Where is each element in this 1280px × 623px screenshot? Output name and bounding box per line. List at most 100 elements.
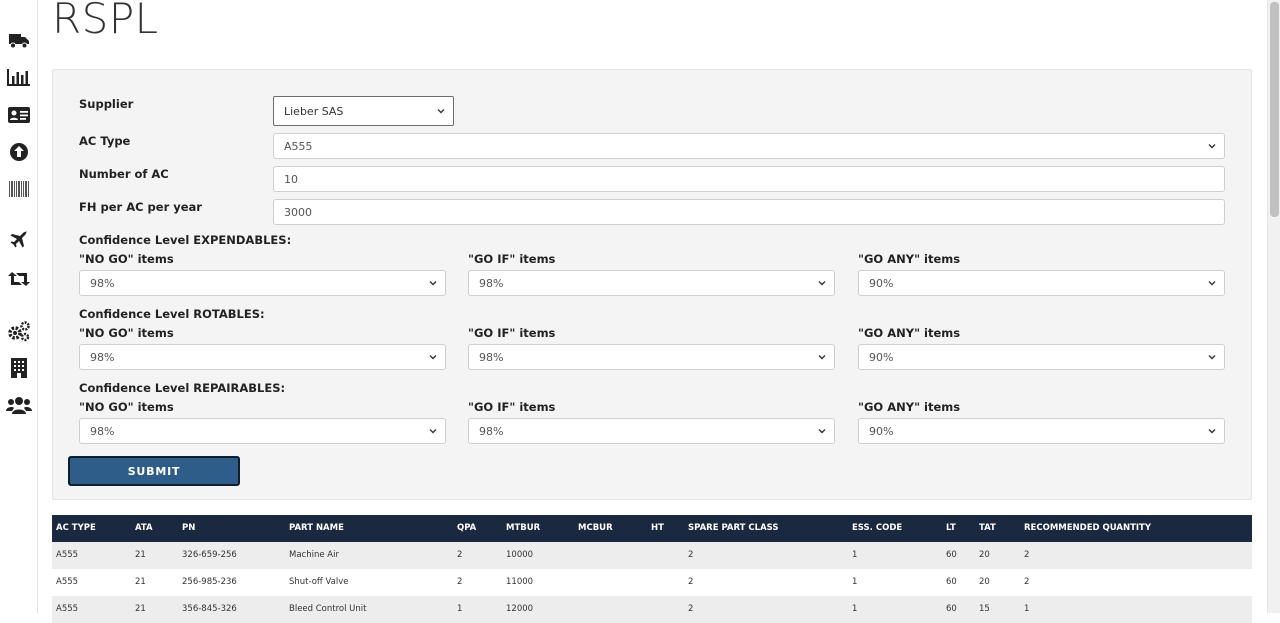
users-icon[interactable] (6, 394, 32, 416)
column-header[interactable]: QPA (457, 523, 476, 533)
table-cell: 2 (688, 577, 694, 587)
truck-icon[interactable] (6, 29, 32, 51)
chevron-down-icon (437, 109, 445, 114)
table-cell: 11000 (506, 577, 534, 587)
chevron-down-icon (818, 429, 826, 434)
retweet-icon[interactable] (6, 268, 32, 290)
chevron-down-icon (429, 281, 437, 286)
column-header[interactable]: ESS. CODE (852, 523, 902, 533)
expendables-no-go-value: 98% (90, 276, 115, 290)
expendables-go-if-value: 98% (479, 276, 504, 290)
table-cell: 2 (457, 550, 463, 560)
expendables-go-if-label: "GO IF" items (468, 252, 556, 266)
chevron-down-icon (818, 355, 826, 360)
expendables-no-go-select[interactable]: 98% (79, 270, 446, 296)
table-cell: 2 (1024, 577, 1030, 587)
sidebar (0, 0, 38, 613)
building-icon[interactable] (6, 357, 32, 379)
number-of-ac-input[interactable]: 10 (273, 166, 1225, 192)
table-cell: 20 (979, 550, 990, 560)
table-cell: 60 (946, 550, 957, 560)
table-cell: 2 (457, 577, 463, 587)
page-title: RSPL (52, 0, 159, 43)
table-cell: 2 (1024, 550, 1030, 560)
vertical-scrollbar[interactable] (1267, 0, 1280, 613)
ac-type-select[interactable]: A555 (273, 133, 1225, 159)
table-cell: 60 (946, 577, 957, 587)
column-header[interactable]: SPARE PART CLASS (688, 523, 779, 533)
plane-icon[interactable] (6, 229, 32, 251)
table-cell: 326-659-256 (182, 550, 237, 560)
expendables-go-if-select[interactable]: 98% (468, 270, 835, 296)
chevron-down-icon (1208, 429, 1216, 434)
table-cell: 256-985-236 (182, 577, 237, 587)
column-header[interactable]: TAT (979, 523, 996, 533)
table-cell: A555 (56, 550, 79, 560)
table-cell: 1 (852, 550, 858, 560)
repairables-no-go-select[interactable]: 98% (79, 418, 446, 444)
repairables-no-go-value: 98% (90, 424, 115, 438)
chevron-down-icon (1208, 355, 1216, 360)
results-table: AC TYPE ATA PN PART NAME QPA MTBUR MCBUR HT SPAR… (52, 515, 1252, 623)
ac-type-select-value: A555 (284, 139, 313, 153)
column-header[interactable]: MCBUR (578, 523, 613, 533)
column-header[interactable]: ATA (135, 523, 153, 533)
table-body: A555 21 326-659-256 Machine Air 2 10000 2 1 60 20… (52, 542, 1252, 623)
repairables-go-if-value: 98% (479, 424, 504, 438)
expendables-go-any-select[interactable]: 90% (858, 270, 1225, 296)
upload-circle-icon[interactable] (6, 141, 32, 163)
barcode-icon[interactable] (6, 178, 32, 200)
scrollbar-thumb[interactable] (1270, 2, 1279, 217)
chevron-down-icon (429, 355, 437, 360)
repairables-go-any-label: "GO ANY" items (858, 400, 961, 414)
column-header[interactable]: RECOMMENDED QUANTITY (1024, 523, 1151, 533)
expendables-go-any-label: "GO ANY" items (858, 252, 961, 266)
rotables-go-if-label: "GO IF" items (468, 326, 556, 340)
repairables-go-if-select[interactable]: 98% (468, 418, 835, 444)
fh-per-ac-label: FH per AC per year (79, 200, 202, 214)
column-header[interactable]: PN (182, 523, 195, 533)
rotables-heading: Confidence Level ROTABLES: (79, 307, 265, 321)
repairables-no-go-label: "NO GO" items (79, 400, 174, 414)
rotables-go-any-label: "GO ANY" items (858, 326, 961, 340)
cogs-icon[interactable] (6, 320, 32, 342)
rotables-no-go-value: 98% (90, 350, 115, 364)
number-of-ac-label: Number of AC (79, 167, 169, 181)
expendables-go-any-value: 90% (869, 276, 894, 290)
column-header[interactable]: MTBUR (506, 523, 540, 533)
table-cell: 21 (135, 550, 146, 560)
repairables-go-any-select[interactable]: 90% (858, 418, 1225, 444)
rotables-go-if-value: 98% (479, 350, 504, 364)
rotables-go-any-select[interactable]: 90% (858, 344, 1225, 370)
table-cell: 21 (135, 577, 146, 587)
table-cell: 20 (979, 577, 990, 587)
table-cell: A555 (56, 577, 79, 587)
table-cell: Shut-off Valve (289, 577, 349, 587)
supplier-select-value: Lieber SAS (284, 104, 344, 118)
table-row[interactable]: A555 21 326-659-256 Machine Air 2 10000 2 1 60 20… (52, 542, 1252, 569)
column-header[interactable]: PART NAME (289, 523, 344, 533)
supplier-select[interactable]: Lieber SAS (273, 96, 454, 126)
table-cell: Machine Air (289, 550, 339, 560)
bar-chart-icon[interactable] (6, 66, 32, 88)
table-row[interactable]: A555 21 356-845-326 Bleed Control Unit 1 1200… (52, 596, 1252, 623)
ac-type-label: AC Type (79, 134, 131, 148)
fh-per-ac-input[interactable]: 3000 (273, 199, 1225, 225)
table-cell: 10000 (506, 550, 534, 560)
chevron-down-icon (1208, 144, 1216, 149)
column-header[interactable]: LT (946, 523, 956, 533)
id-card-icon[interactable] (6, 104, 32, 126)
column-header[interactable]: HT (651, 523, 664, 533)
table-row[interactable]: A555 21 256-985-236 Shut-off Valve 2 11000 2 1 6… (52, 569, 1252, 596)
rotables-go-any-value: 90% (869, 350, 894, 364)
supplier-label: Supplier (79, 97, 134, 111)
submit-button[interactable]: SUBMIT (68, 456, 240, 486)
rotables-no-go-select[interactable]: 98% (79, 344, 446, 370)
table-header: AC TYPE ATA PN PART NAME QPA MTBUR MCBUR HT SPAR… (52, 515, 1252, 542)
column-header[interactable]: AC TYPE (56, 523, 96, 533)
chevron-down-icon (429, 429, 437, 434)
rotables-go-if-select[interactable]: 98% (468, 344, 835, 370)
table-cell: 2 (688, 550, 694, 560)
rotables-no-go-label: "NO GO" items (79, 326, 174, 340)
chevron-down-icon (818, 281, 826, 286)
